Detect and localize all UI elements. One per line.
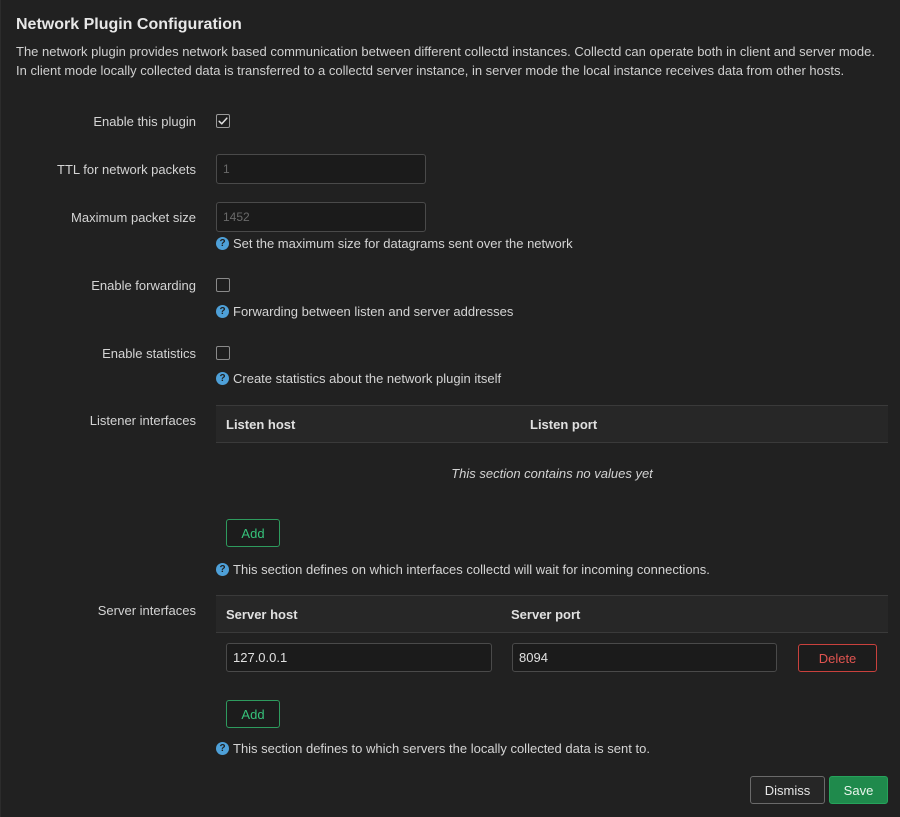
forwarding-label: Enable forwarding [91,278,196,293]
forwarding-checkbox[interactable] [216,278,230,292]
forwarding-help-text: Forwarding between listen and server add… [233,304,514,319]
max-packet-help-text: Set the maximum size for datagrams sent … [233,236,573,251]
server-table-header: Server host Server port [216,596,888,633]
save-button[interactable]: Save [829,776,888,804]
listen-port-header: Listen port [530,417,598,432]
help-icon: ? [216,742,229,755]
help-icon: ? [216,563,229,576]
help-icon: ? [216,372,229,385]
server-add-button[interactable]: Add [226,700,280,728]
listen-host-header: Listen host [226,417,296,432]
server-host-header: Server host [226,607,298,622]
max-packet-input[interactable] [216,202,426,232]
listener-label: Listener interfaces [89,413,196,428]
server-host-input[interactable] [226,643,492,672]
listener-add-button[interactable]: Add [226,519,280,547]
dialog-title: Network Plugin Configuration [16,16,242,33]
server-port-header: Server port [511,607,581,622]
enable-plugin-label: Enable this plugin [93,114,196,129]
server-delete-button[interactable]: Delete [798,644,877,672]
max-packet-label: Maximum packet size [71,210,196,225]
server-port-input[interactable] [512,643,777,672]
server-table: Server host Server port [216,595,888,633]
server-label: Server interfaces [97,603,196,618]
ttl-label: TTL for network packets [57,162,196,177]
forwarding-help: ? Forwarding between listen and server a… [216,304,513,319]
listener-table: Listen host Listen port [216,405,888,443]
server-help-text: This section defines to which servers th… [233,741,650,756]
listener-table-header: Listen host Listen port [216,406,888,443]
listener-empty-message: This section contains no values yet [451,466,653,481]
ttl-input[interactable] [216,154,426,184]
dialog-description: The network plugin provides network base… [16,44,875,78]
help-icon: ? [216,305,229,318]
statistics-help: ? Create statistics about the network pl… [216,371,501,386]
checkmark-icon [218,117,228,125]
enable-plugin-checkbox[interactable] [216,114,230,128]
dismiss-button[interactable]: Dismiss [750,776,825,804]
server-help: ? This section defines to which servers … [216,741,650,756]
statistics-label: Enable statistics [102,346,196,361]
listener-help-text: This section defines on which interfaces… [233,562,710,577]
statistics-help-text: Create statistics about the network plug… [233,371,502,386]
modal-dialog: Network Plugin Configuration The network… [0,0,900,817]
statistics-checkbox[interactable] [216,346,230,360]
help-icon: ? [216,237,229,250]
listener-help: ? This section defines on which interfac… [216,562,710,577]
max-packet-help: ? Set the maximum size for datagrams sen… [216,236,573,251]
